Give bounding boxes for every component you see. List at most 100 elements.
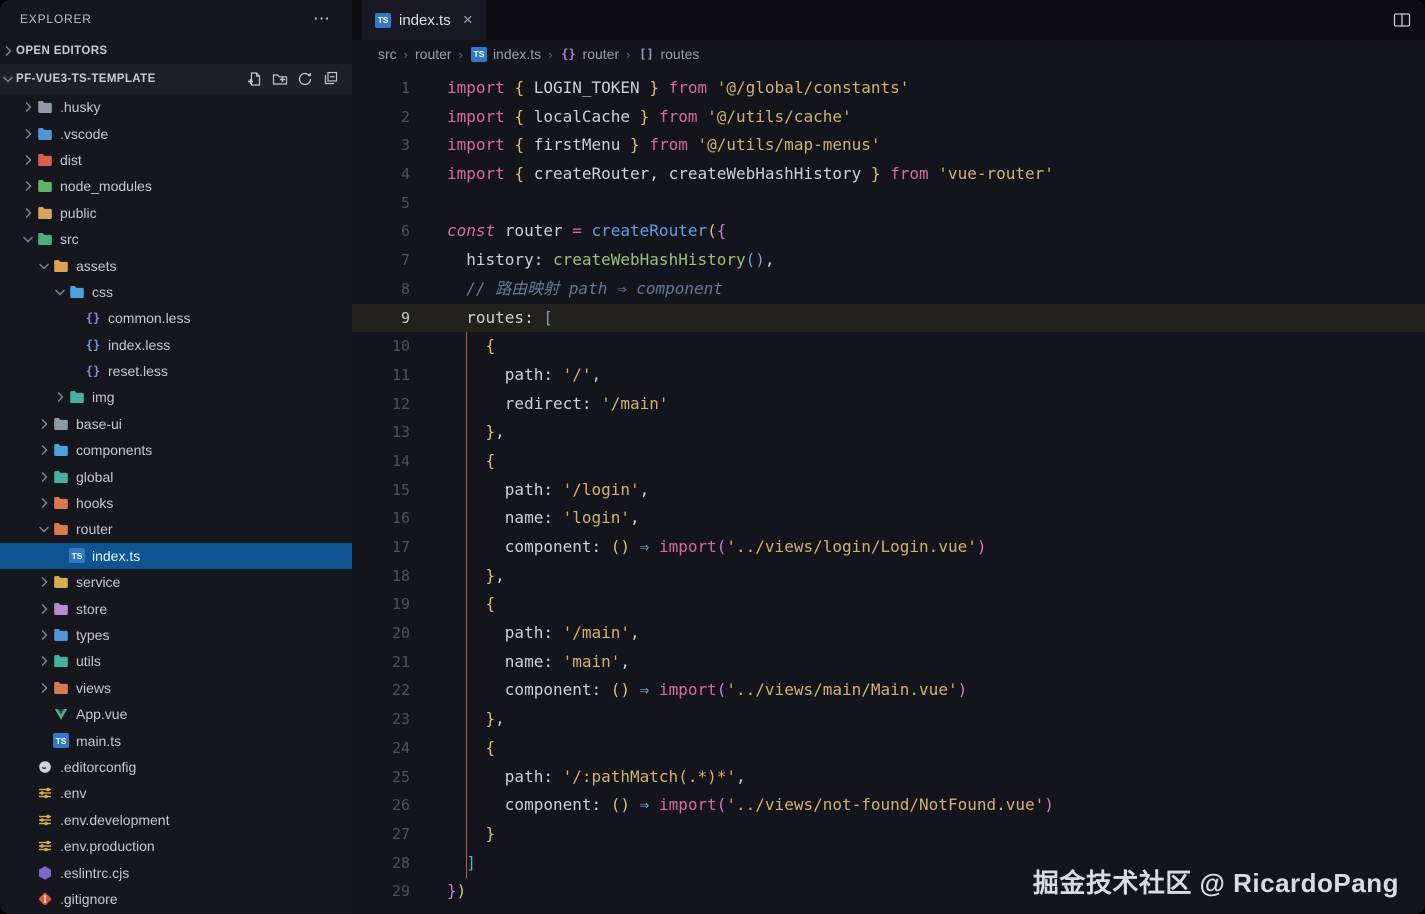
breadcrumb-separator: › (458, 46, 463, 62)
tree-folder-global[interactable]: global (0, 463, 352, 489)
tree-folder-views[interactable]: views (0, 675, 352, 701)
folder-icon (52, 495, 70, 511)
git-icon (36, 891, 54, 907)
tree-file-index-ts[interactable]: TS index.ts (0, 542, 352, 570)
code-line[interactable]: 7 history: createWebHashHistory(), (352, 246, 1425, 275)
tree-file-index-less[interactable]: {} index.less (0, 332, 352, 358)
code-line[interactable]: 9 routes: [ (352, 303, 1425, 333)
code-line[interactable]: 10 { (352, 332, 1425, 361)
code-line[interactable]: 26 component: () ⇒ import('../views/not-… (352, 791, 1425, 820)
code-line[interactable]: 1 import { LOGIN_TOKEN } from '@/global/c… (352, 74, 1425, 103)
ts-icon: TS (52, 733, 70, 749)
tree-file-env-production[interactable]: .env.production (0, 833, 352, 859)
refresh-icon[interactable] (297, 71, 313, 87)
tree-folder-src[interactable]: src (0, 226, 352, 252)
tree-file-editorconfig[interactable]: .editorconfig (0, 754, 352, 780)
tree-folder-base-ui[interactable]: base-ui (0, 411, 352, 437)
project-actions (247, 71, 352, 87)
tree-folder-img[interactable]: img (0, 384, 352, 410)
tree-folder-hooks[interactable]: hooks (0, 490, 352, 516)
breadcrumb-item-src[interactable]: src (378, 46, 397, 62)
chevron-right-icon (20, 178, 36, 194)
breadcrumb-separator: › (548, 46, 553, 62)
code-line[interactable]: 22 component: () ⇒ import('../views/main… (352, 676, 1425, 705)
tree-folder-css[interactable]: css (0, 279, 352, 305)
more-actions-icon[interactable]: ⋯ (313, 10, 330, 27)
tree-file-reset-less[interactable]: {} reset.less (0, 358, 352, 384)
code-line[interactable]: 4 import { createRouter, createWebHashHis… (352, 160, 1425, 189)
editor-pane: TS index.ts × src › router › TS index.ts ›{} ro… (352, 0, 1425, 914)
code-line[interactable]: 6 const router = createRouter({ (352, 217, 1425, 246)
tree-folder-assets[interactable]: assets (0, 252, 352, 278)
breadcrumb-item-router[interactable]: {} router (560, 46, 619, 62)
code-line[interactable]: 20 path: '/main', (352, 619, 1425, 648)
tree-folder-dist[interactable]: dist (0, 147, 352, 173)
code-line[interactable]: 5 (352, 189, 1425, 218)
new-file-icon[interactable] (247, 71, 263, 87)
tree-file-main-ts[interactable]: TS main.ts (0, 727, 352, 753)
open-editors-section[interactable]: OPEN EDITORS (0, 38, 352, 64)
chevron-down-icon (36, 521, 52, 537)
line-number: 25 (391, 767, 410, 786)
code-line[interactable]: 27 } (352, 820, 1425, 849)
tree-folder-public[interactable]: public (0, 200, 352, 226)
folder-icon (52, 469, 70, 485)
code-line[interactable]: 25 path: '/:pathMatch(.*)*', (352, 763, 1425, 792)
tree-folder-store[interactable]: store (0, 595, 352, 621)
symbol-array-icon: [] (639, 47, 654, 61)
code-line[interactable]: 15 path: '/login', (352, 476, 1425, 505)
tree-folder-types[interactable]: types (0, 622, 352, 648)
tree-folder-router[interactable]: router (0, 516, 352, 542)
tree-file-env[interactable]: .env (0, 780, 352, 806)
tree-folder-service[interactable]: service (0, 569, 352, 595)
tree-folder-components[interactable]: components (0, 437, 352, 463)
breadcrumb-label: router (415, 46, 452, 62)
code-editor[interactable]: 1 import { LOGIN_TOKEN } from '@/global/c… (352, 68, 1425, 914)
tree-folder-husky[interactable]: .husky (0, 94, 352, 120)
tree-item-label: .env (60, 785, 87, 802)
tree-folder-utils[interactable]: utils (0, 648, 352, 674)
code-line[interactable]: 3 import { firstMenu } from '@/utils/map-… (352, 131, 1425, 160)
chevron-right-icon (36, 601, 52, 617)
breadcrumb-label: routes (660, 46, 700, 62)
chevron-right-icon (36, 680, 52, 696)
line-number: 4 (400, 165, 410, 184)
tab-bar: TS index.ts × (352, 0, 1425, 40)
code-line[interactable]: 18 }, (352, 562, 1425, 591)
tree-item-label: reset.less (108, 363, 168, 380)
code-line[interactable]: 2 import { localCache } from '@/utils/cac… (352, 103, 1425, 132)
tree-item-label: public (60, 204, 97, 221)
new-folder-icon[interactable] (272, 71, 288, 87)
folder-icon (68, 284, 86, 300)
split-editor-icon[interactable] (1393, 11, 1411, 34)
code-line[interactable]: 24 { (352, 734, 1425, 763)
tree-file-common-less[interactable]: {} common.less (0, 305, 352, 331)
less-icon: {} (85, 311, 101, 326)
project-section[interactable]: PF-VUE3-TS-TEMPLATE (0, 64, 352, 94)
code-line[interactable]: 21 name: 'main', (352, 648, 1425, 677)
code-line[interactable]: 23 }, (352, 705, 1425, 734)
collapse-all-icon[interactable] (322, 71, 338, 87)
tab-index-ts[interactable]: TS index.ts × (362, 0, 486, 40)
breadcrumb-item-routes[interactable]: [] routes (637, 46, 699, 62)
line-number: 26 (391, 796, 410, 815)
folder-icon (36, 178, 54, 194)
code-line[interactable]: 17 component: () ⇒ import('../views/logi… (352, 533, 1425, 562)
code-line[interactable]: 12 redirect: '/main' (352, 390, 1425, 419)
tree-file-gitignore[interactable]: .gitignore (0, 886, 352, 912)
tree-file-eslintrc-cjs[interactable]: .eslintrc.cjs (0, 859, 352, 885)
folder-icon (52, 442, 70, 458)
tree-folder-node-modules[interactable]: node_modules (0, 173, 352, 199)
tree-folder-vscode[interactable]: .vscode (0, 120, 352, 146)
tree-file-env-development[interactable]: .env.development (0, 807, 352, 833)
code-line[interactable]: 8 // 路由映射 path ⇒ component (352, 275, 1425, 304)
code-line[interactable]: 13 }, (352, 418, 1425, 447)
tree-file-app-vue[interactable]: App.vue (0, 701, 352, 727)
breadcrumb-item-router[interactable]: router (415, 46, 452, 62)
code-line[interactable]: 16 name: 'login', (352, 504, 1425, 533)
code-line[interactable]: 19 { (352, 590, 1425, 619)
close-icon[interactable]: × (463, 10, 473, 30)
breadcrumb-item-index-ts[interactable]: TS index.ts (470, 46, 541, 62)
code-line[interactable]: 11 path: '/', (352, 361, 1425, 390)
code-line[interactable]: 14 { (352, 447, 1425, 476)
